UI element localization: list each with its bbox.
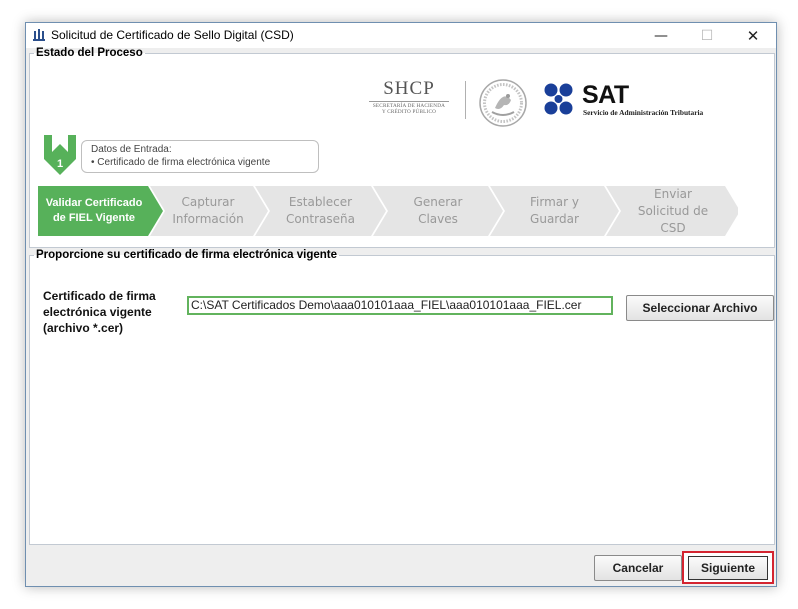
step-number: 1 — [57, 158, 63, 170]
process-steps: Validar Certificado de FIEL Vigente Captu… — [38, 186, 738, 236]
step-enviar-solicitud: Enviar Solicitud de CSD — [637, 186, 709, 235]
step-validar-certificado: Validar Certificado de FIEL Vigente — [45, 197, 143, 224]
next-button[interactable]: Siguiente — [688, 556, 768, 580]
sat-logo-subtitle: Servicio de Administración Tributaria — [583, 108, 704, 117]
window-title: Solicitud de Certificado de Sello Digita… — [51, 28, 294, 42]
step-capturar-informacion: Capturar Información — [172, 195, 244, 226]
sat-logo-word: SAT — [582, 81, 629, 109]
java-app-icon — [33, 29, 45, 41]
next-button-highlight: Siguiente — [682, 551, 774, 584]
sat-logo: SAT Servicio de Administración Tributari… — [544, 81, 724, 119]
select-file-button[interactable]: Seleccionar Archivo — [626, 295, 774, 321]
step-establecer-contrasena: Establecer Contraseña — [286, 195, 355, 226]
step-number-badge: 1 — [44, 135, 76, 175]
logo-divider — [465, 81, 466, 119]
shcp-logo: SHCP SECRETARÍA DE HACIENDA Y CRÉDITO PÚ… — [366, 79, 452, 123]
certificate-path-input[interactable]: C:\SAT Certificados Demo\aaa010101aaa_FI… — [187, 296, 613, 315]
input-data-item: • Certificado de firma electrónica vigen… — [91, 157, 271, 168]
close-button[interactable]: ✕ — [730, 23, 776, 48]
process-status-legend: Estado del Proceso — [36, 47, 143, 59]
cancel-button[interactable]: Cancelar — [594, 555, 682, 581]
mexico-coat-of-arms-seal — [479, 79, 527, 127]
certificate-panel-legend: Proporcione su certificado de firma elec… — [36, 249, 338, 261]
minimize-button[interactable]: — — [638, 23, 684, 48]
app-window: Solicitud de Certificado de Sello Digita… — [25, 22, 777, 587]
shcp-logo-word: SHCP — [383, 78, 435, 99]
shcp-logo-subtitle-2: Y CRÉDITO PÚBLICO — [381, 109, 437, 115]
maximize-icon: ☐ — [700, 27, 714, 44]
maximize-button[interactable]: ☐ — [684, 23, 730, 48]
input-data-title: Datos de Entrada: — [91, 144, 172, 155]
minimize-icon: — — [654, 27, 668, 44]
sat-logo-dots-icon — [544, 83, 573, 115]
step-firmar-guardar: Firmar y Guardar — [530, 195, 579, 226]
certificate-field-label: Certificado de firma electrónica vigente… — [43, 289, 156, 335]
step-generar-claves: Generar Claves — [413, 195, 463, 226]
title-bar[interactable]: Solicitud de Certificado de Sello Digita… — [26, 23, 776, 48]
input-data-box: Datos de Entrada: • Certificado de firma… — [81, 140, 319, 173]
close-icon: ✕ — [746, 26, 760, 45]
